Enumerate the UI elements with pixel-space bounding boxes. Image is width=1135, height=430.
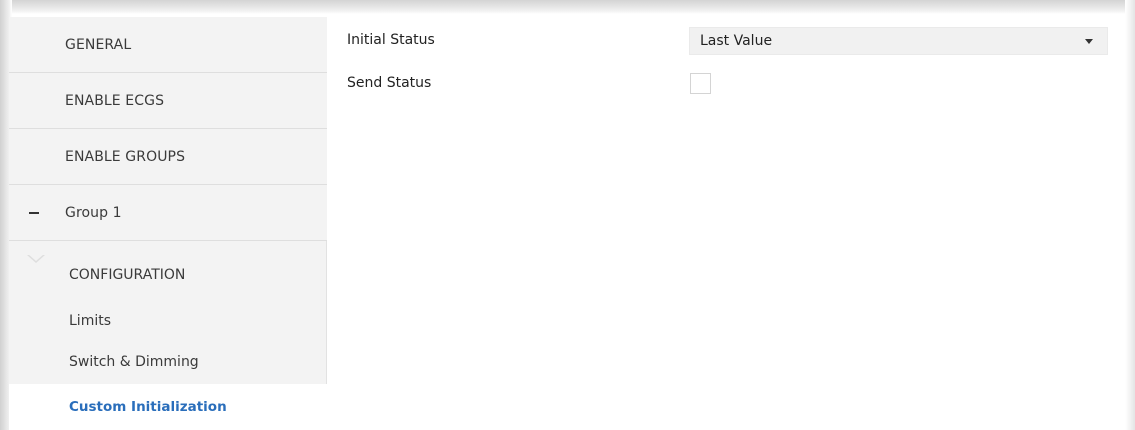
sidebar-item-label: ENABLE ECGS <box>65 92 165 109</box>
initial-status-select[interactable]: Last Value <box>689 27 1108 55</box>
chevron-down-icon <box>1085 39 1093 44</box>
sidebar-group-label: Group 1 <box>65 204 122 221</box>
sidebar-subitem-label: CONFIGURATION <box>69 267 186 283</box>
send-status-checkbox[interactable] <box>690 73 711 94</box>
sidebar-item-general[interactable]: GENERAL <box>9 17 327 73</box>
sidebar-subitem-label: Switch & Dimming <box>69 354 199 370</box>
send-status-label: Send Status <box>347 75 432 91</box>
sidebar-item-enable-ecgs[interactable]: ENABLE ECGS <box>9 73 327 129</box>
sidebar-subitem-label: Limits <box>69 313 111 329</box>
sidebar-subitem-switch-dimming[interactable]: Switch & Dimming <box>9 342 327 382</box>
sidebar-subitem-limits[interactable]: Limits <box>9 301 327 341</box>
sidebar: GENERAL ENABLE ECGS ENABLE GROUPS Group … <box>9 17 329 430</box>
window-shadow-right <box>1125 0 1135 430</box>
window-shadow-top <box>0 0 1135 14</box>
sidebar-item-label: ENABLE GROUPS <box>65 148 186 165</box>
sidebar-subitem-label: Custom Initialization <box>69 399 227 415</box>
sidebar-subitem-configuration[interactable]: CONFIGURATION <box>9 255 327 295</box>
collapse-minus-icon[interactable] <box>29 211 39 214</box>
sidebar-subitem-custom-initialization[interactable]: Custom Initialization <box>9 384 329 430</box>
initial-status-label: Initial Status <box>347 32 435 48</box>
initial-status-value: Last Value <box>700 33 773 49</box>
sidebar-group-1[interactable]: Group 1 <box>9 185 327 241</box>
sidebar-item-enable-groups[interactable]: ENABLE GROUPS <box>9 129 327 185</box>
window: GENERAL ENABLE ECGS ENABLE GROUPS Group … <box>0 0 1135 430</box>
sidebar-item-label: GENERAL <box>65 36 132 53</box>
parameters-panel: Initial Status Last Value Send Status <box>328 17 1123 430</box>
